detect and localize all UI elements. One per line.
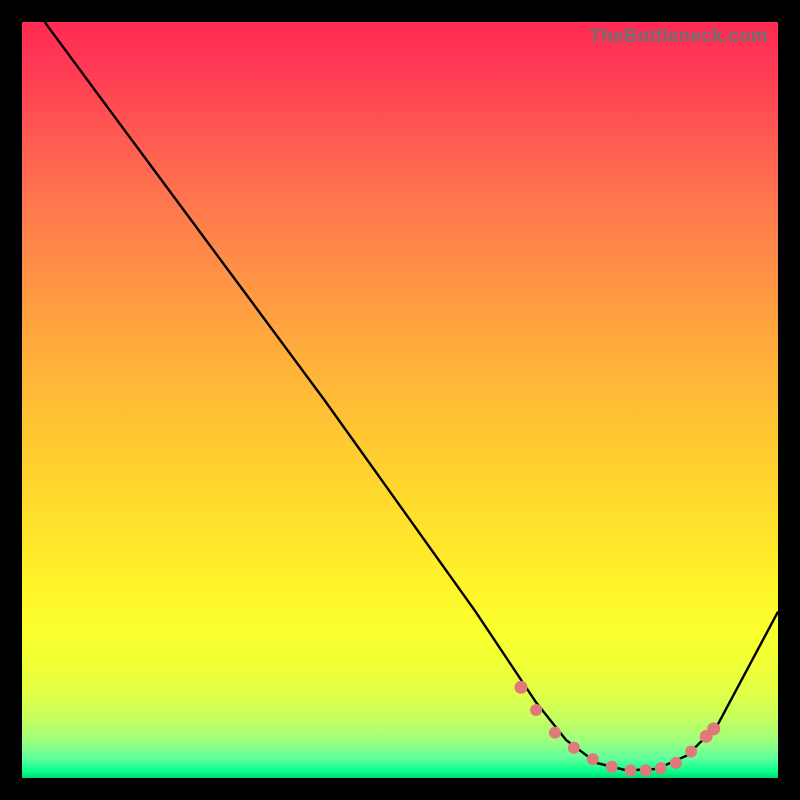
curve-layer (45, 22, 778, 770)
highlight-marker (606, 761, 618, 773)
highlight-marker (587, 753, 599, 765)
chart-svg (22, 22, 778, 778)
highlight-marker (670, 757, 682, 769)
plot-area: TheBottleneck.com (22, 22, 778, 778)
highlight-marker (568, 742, 580, 754)
watermark-text: TheBottleneck.com (589, 26, 768, 48)
highlight-marker (625, 764, 637, 776)
chart-frame: TheBottleneck.com (0, 0, 800, 800)
marker-layer (515, 681, 721, 777)
highlight-marker (549, 727, 561, 739)
highlight-marker (707, 722, 720, 735)
highlight-marker (685, 746, 697, 758)
highlight-marker (515, 681, 528, 694)
highlight-marker (530, 704, 542, 716)
highlight-marker (655, 762, 667, 774)
main-curve (45, 22, 778, 770)
highlight-marker (640, 764, 652, 776)
